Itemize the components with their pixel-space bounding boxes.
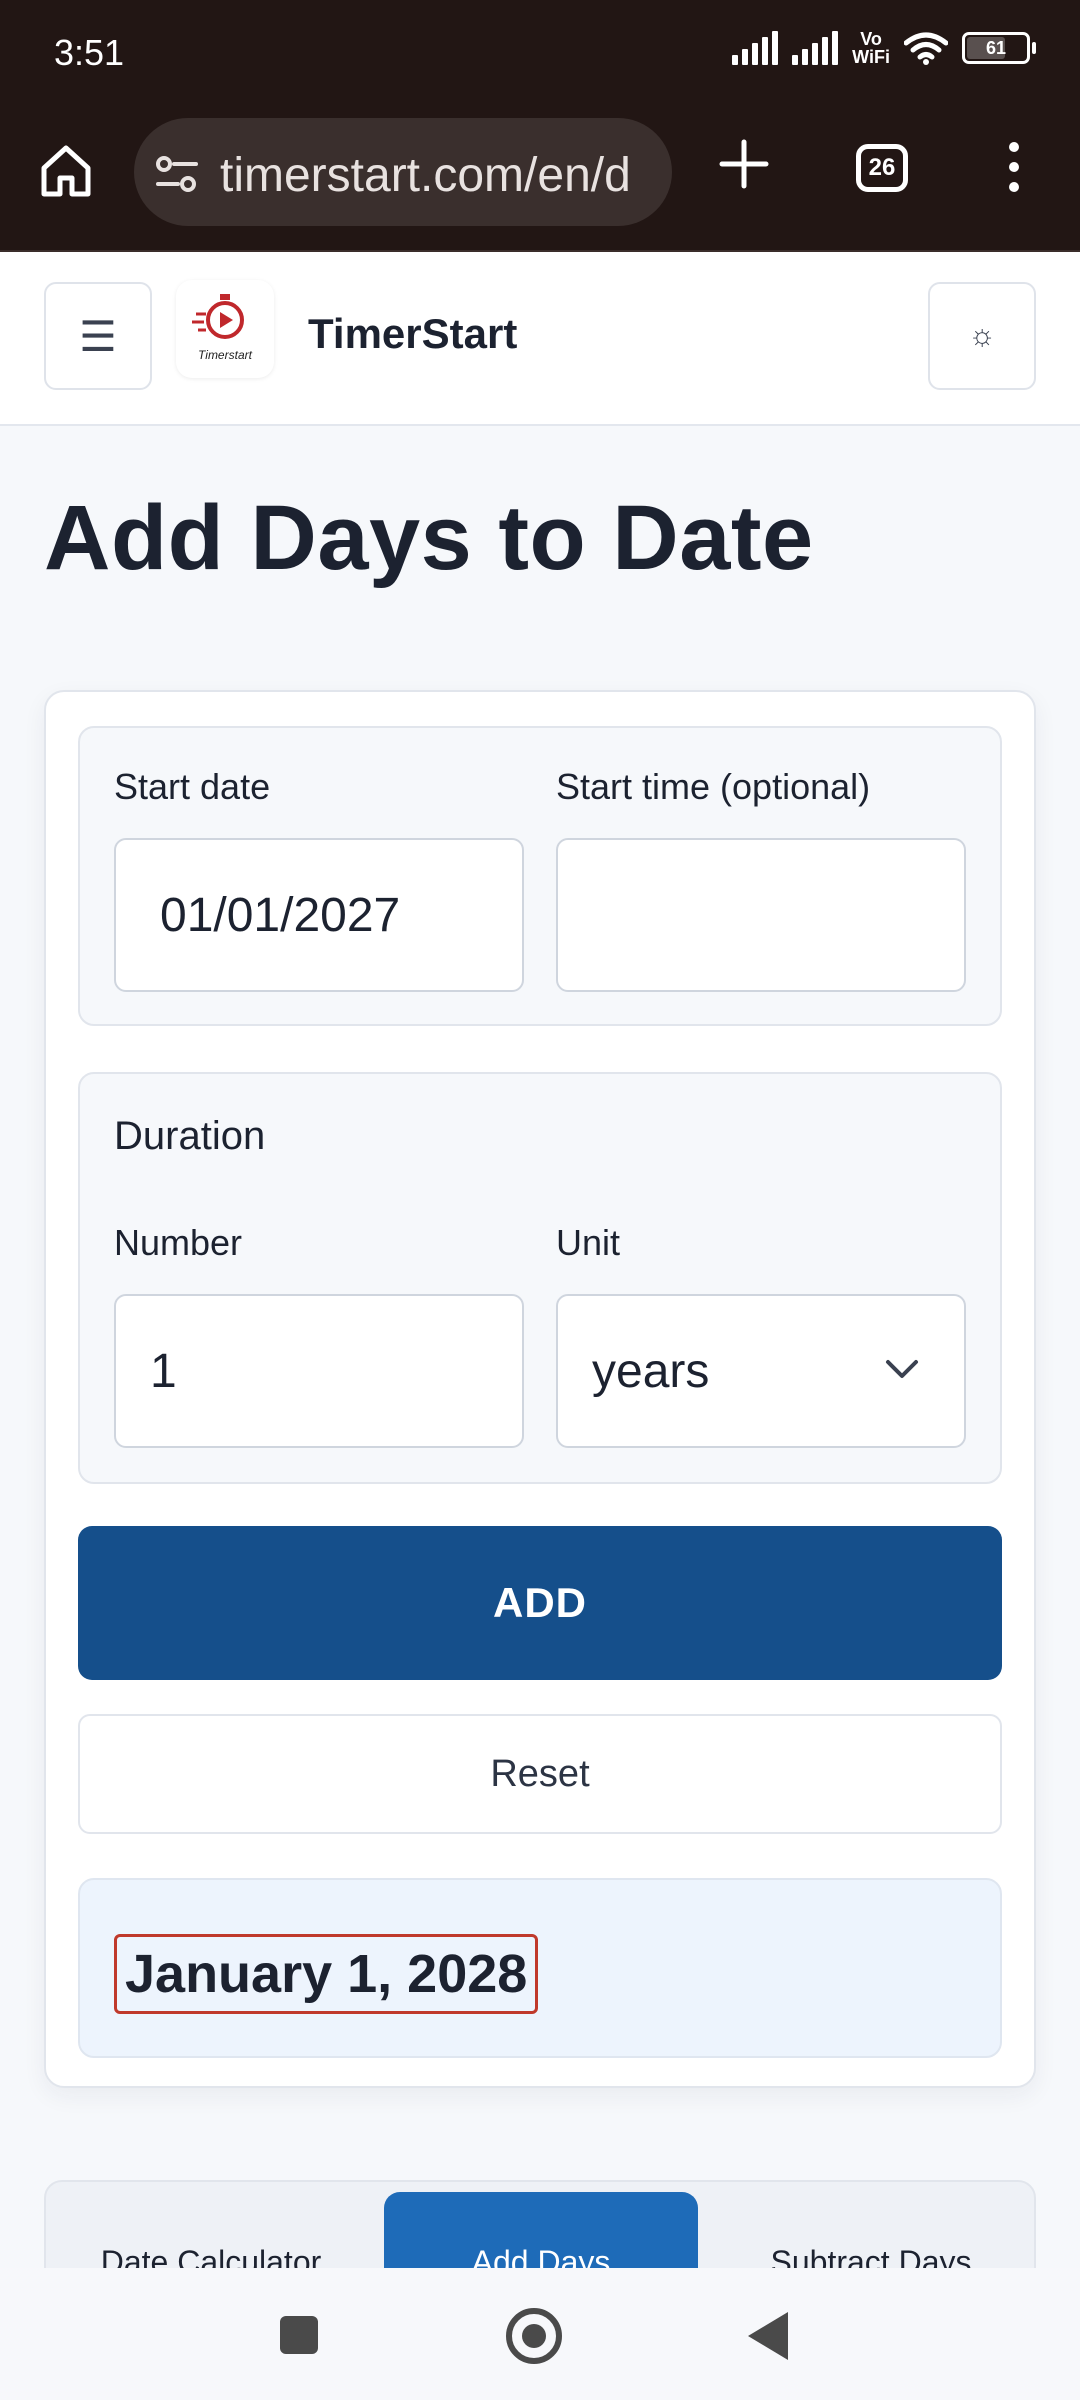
start-date-value: 01/01/2027 (160, 888, 401, 942)
home-icon[interactable] (36, 140, 96, 200)
back-icon[interactable] (748, 2312, 788, 2360)
site-settings-icon[interactable] (156, 154, 198, 194)
recents-icon[interactable] (280, 2316, 318, 2354)
start-date-label: Start date (114, 766, 271, 807)
number-value: 1 (150, 1344, 177, 1398)
unit-select[interactable]: years (556, 1294, 966, 1448)
hamburger-icon: ☰ (79, 312, 117, 360)
browser-toolbar: timerstart.com/en/d 26 (0, 110, 1080, 252)
cell-signal-2-icon (792, 31, 839, 65)
start-panel: Start date 01/01/2027 Start time (option… (78, 726, 1002, 1026)
logo-wordmark: Timerstart (198, 348, 252, 362)
wifi-icon (904, 32, 948, 65)
sun-icon: ☼ (968, 319, 996, 352)
battery-icon: 61 (962, 32, 1036, 64)
start-time-label: Start time (optional) (556, 766, 871, 807)
site-header: ☰ Timerstart TimerStart ☼ (0, 252, 1080, 426)
theme-toggle-button[interactable]: ☼ (928, 282, 1036, 390)
home-nav-icon[interactable] (506, 2308, 562, 2364)
logo[interactable]: Timerstart (176, 280, 274, 378)
reset-button[interactable]: Reset (78, 1714, 1002, 1834)
new-tab-icon[interactable] (716, 136, 772, 192)
system-icons: Vo WiFi 61 (732, 29, 1036, 67)
number-input[interactable]: 1 (114, 1294, 524, 1448)
start-date-input[interactable]: 01/01/2027 (114, 838, 524, 992)
page-title: Add Days to Date (44, 487, 814, 589)
vowifi-label: Vo WiFi (852, 29, 890, 67)
menu-button[interactable]: ☰ (44, 282, 152, 390)
url-text[interactable]: timerstart.com/en/d (220, 148, 631, 203)
result-date: January 1, 2028 (114, 1934, 539, 2014)
start-time-input[interactable] (556, 838, 966, 992)
brand-name[interactable]: TimerStart (308, 310, 517, 358)
duration-heading: Duration (114, 1114, 266, 1158)
unit-label: Unit (556, 1222, 621, 1263)
system-nav-bar (0, 2268, 1080, 2400)
cell-signal-icon (732, 31, 779, 65)
unit-value: years (592, 1344, 710, 1398)
add-button-label: ADD (493, 1579, 587, 1626)
status-bar: 3:51 Vo WiFi 61 (0, 0, 1080, 110)
reset-button-label: Reset (490, 1752, 590, 1795)
clock: 3:51 (54, 32, 125, 73)
duration-panel: Duration Number 1 Unit years (78, 1072, 1002, 1484)
address-bar[interactable]: timerstart.com/en/d (134, 118, 672, 226)
result-panel: January 1, 2028 (78, 1878, 1002, 2058)
tab-switcher-button[interactable]: 26 (856, 144, 908, 192)
calculator-card: Start date 01/01/2027 Start time (option… (44, 690, 1036, 2088)
stopwatch-logo-icon (192, 294, 244, 339)
number-label: Number (114, 1222, 243, 1263)
overflow-menu-icon[interactable] (998, 138, 1030, 198)
chevron-down-icon (886, 1360, 918, 1378)
tab-count: 26 (868, 154, 896, 181)
add-button[interactable]: ADD (78, 1526, 1002, 1680)
